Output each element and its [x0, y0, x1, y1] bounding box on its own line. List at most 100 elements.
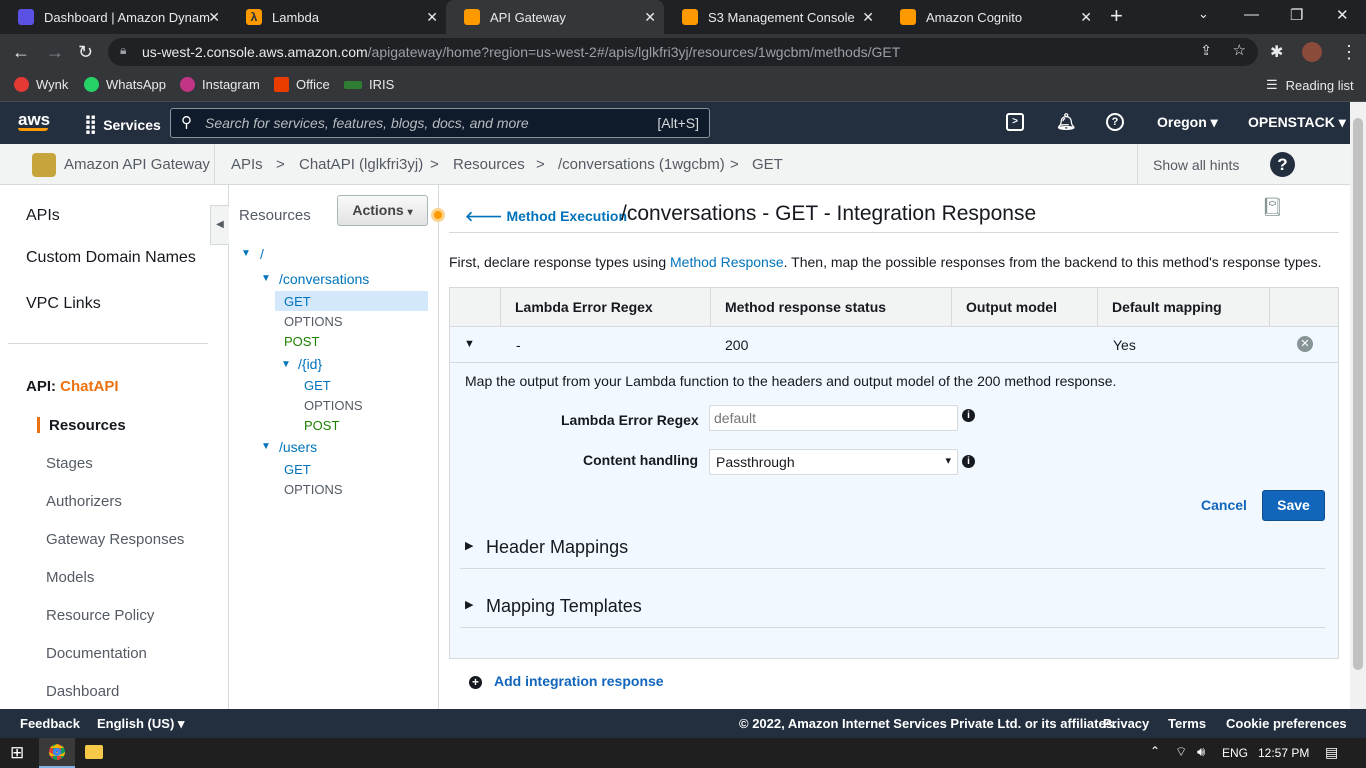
- content-handling-select[interactable]: Passthrough ▾: [709, 449, 958, 475]
- header-mappings-section[interactable]: ▶ Header Mappings: [460, 529, 1325, 569]
- collapse-row-icon[interactable]: ▼: [464, 338, 475, 350]
- help-icon[interactable]: ?: [1106, 113, 1124, 131]
- profile-avatar[interactable]: [1302, 42, 1322, 62]
- volume-icon[interactable]: 🔊︎: [1197, 744, 1205, 760]
- browser-tab-lambda[interactable]: λ Lambda ✕: [228, 0, 446, 34]
- cancel-button[interactable]: Cancel: [1201, 497, 1247, 513]
- scrollbar-thumb[interactable]: [1353, 118, 1363, 670]
- nav-stages[interactable]: Stages: [46, 455, 93, 472]
- nav-custom-domain-names[interactable]: Custom Domain Names: [26, 249, 196, 267]
- tree-method-options[interactable]: OPTIONS: [284, 482, 343, 497]
- tree-users[interactable]: /users: [279, 439, 317, 455]
- lambda-error-regex-input[interactable]: [709, 405, 958, 431]
- info-icon[interactable]: i: [962, 409, 975, 422]
- close-tab-icon[interactable]: ✕: [426, 9, 438, 26]
- save-button[interactable]: Save: [1262, 490, 1325, 521]
- delete-response-icon[interactable]: ✕: [1297, 336, 1313, 352]
- close-window-icon[interactable]: ✕: [1336, 6, 1349, 24]
- forward-icon[interactable]: →: [46, 42, 64, 63]
- tree-method-options[interactable]: OPTIONS: [284, 314, 343, 329]
- expand-caret-icon[interactable]: ▼: [261, 441, 271, 452]
- clock[interactable]: 12:57 PM: [1258, 746, 1309, 760]
- browser-tab-api-gateway[interactable]: API Gateway ✕: [446, 0, 664, 34]
- bookmark-instagram[interactable]: Instagram: [180, 77, 260, 92]
- nav-gateway-responses[interactable]: Gateway Responses: [46, 531, 184, 548]
- minimize-icon[interactable]: —: [1244, 6, 1259, 23]
- browser-tab-cognito[interactable]: Amazon Cognito ✕: [882, 0, 1100, 34]
- nav-vpc-links[interactable]: VPC Links: [26, 295, 101, 313]
- tree-method-post[interactable]: POST: [284, 334, 319, 349]
- method-response-link[interactable]: Method Response: [670, 254, 784, 270]
- nav-models[interactable]: Models: [46, 569, 94, 586]
- back-icon[interactable]: ←: [12, 42, 30, 63]
- chevron-up-icon[interactable]: ⌃: [1150, 744, 1160, 758]
- collapse-nav-icon[interactable]: ◀: [210, 205, 229, 245]
- actions-button[interactable]: Actions ▾: [337, 195, 428, 226]
- expand-caret-icon[interactable]: ▼: [281, 359, 291, 370]
- services-menu[interactable]: ⣿ Services: [84, 114, 161, 135]
- account-menu[interactable]: OPENSTACK ▾: [1248, 114, 1346, 131]
- info-icon[interactable]: i: [962, 455, 975, 468]
- notifications-bell-icon[interactable]: 🔔︎: [1056, 112, 1076, 132]
- tree-method-options[interactable]: OPTIONS: [304, 398, 363, 413]
- tree-conversations[interactable]: /conversations: [279, 271, 369, 287]
- nav-dashboard[interactable]: Dashboard: [46, 683, 119, 700]
- bookmark-office[interactable]: Office: [274, 77, 330, 92]
- show-all-hints-button[interactable]: Show all hints: [1153, 157, 1239, 173]
- extensions-icon[interactable]: ✱: [1270, 42, 1283, 62]
- bookmark-wynk[interactable]: Wynk: [14, 77, 68, 92]
- maximize-icon[interactable]: ❐: [1290, 6, 1303, 24]
- close-tab-icon[interactable]: ✕: [862, 9, 874, 26]
- breadcrumb-resources[interactable]: Resources: [453, 156, 525, 173]
- breadcrumb-apis[interactable]: APIs: [231, 156, 263, 173]
- close-tab-icon[interactable]: ✕: [644, 9, 656, 26]
- table-row[interactable]: ▼ - 200 Yes ✕: [450, 327, 1338, 363]
- chrome-taskbar-button[interactable]: [39, 738, 75, 768]
- url-field[interactable]: 🔒︎ us-west-2.console.aws.amazon.com/apig…: [108, 38, 1258, 66]
- notifications-icon[interactable]: ▤: [1325, 744, 1338, 761]
- mapping-templates-section[interactable]: ▶ Mapping Templates: [460, 588, 1325, 628]
- chrome-menu-icon[interactable]: ⋮: [1340, 42, 1358, 63]
- tree-id[interactable]: /{id}: [298, 356, 322, 372]
- tree-method-get[interactable]: GET: [304, 378, 331, 393]
- expand-caret-icon[interactable]: ▼: [261, 273, 271, 284]
- bookmark-star-icon[interactable]: ☆: [1233, 41, 1246, 59]
- privacy-link[interactable]: Privacy: [1103, 716, 1149, 731]
- tree-method-get[interactable]: GET: [284, 294, 311, 309]
- bookmark-iris[interactable]: IRIS: [344, 77, 394, 92]
- language-selector[interactable]: English (US) ▾: [97, 716, 184, 732]
- aws-search-input[interactable]: ⚲ Search for services, features, blogs, …: [170, 108, 710, 138]
- breadcrumb-api[interactable]: ChatAPI (lglkfri3yj): [299, 156, 423, 173]
- nav-authorizers[interactable]: Authorizers: [46, 493, 122, 510]
- help-circle-icon[interactable]: ?: [1270, 152, 1295, 177]
- windows-start-icon[interactable]: ⊞: [10, 743, 24, 763]
- close-tab-icon[interactable]: ✕: [208, 9, 220, 26]
- region-selector[interactable]: Oregon ▾: [1157, 114, 1218, 131]
- expand-caret-icon[interactable]: ▼: [241, 248, 251, 259]
- file-explorer-icon[interactable]: [85, 745, 103, 759]
- notebook-icon[interactable]: 📔︎: [1261, 197, 1284, 218]
- share-icon[interactable]: ⇪: [1200, 42, 1212, 59]
- tab-search-icon[interactable]: ⌄: [1198, 6, 1209, 22]
- browser-tab-dynamodb[interactable]: Dashboard | Amazon Dynam ✕: [0, 0, 228, 34]
- nav-documentation[interactable]: Documentation: [46, 645, 147, 662]
- nav-resource-policy[interactable]: Resource Policy: [46, 607, 154, 624]
- tree-root[interactable]: /: [260, 246, 264, 262]
- add-integration-response-button[interactable]: + Add integration response: [469, 673, 664, 689]
- browser-tab-s3[interactable]: S3 Management Console ✕: [664, 0, 882, 34]
- aws-logo[interactable]: aws: [18, 110, 50, 131]
- new-tab-icon[interactable]: +: [1110, 3, 1123, 29]
- service-home-link[interactable]: Amazon API Gateway: [64, 156, 210, 173]
- wifi-icon[interactable]: ⌔: [1175, 744, 1187, 760]
- method-execution-link[interactable]: 🡐 Method Execution: [465, 208, 627, 225]
- terms-link[interactable]: Terms: [1168, 716, 1206, 731]
- feedback-link[interactable]: Feedback: [20, 716, 80, 731]
- bookmark-whatsapp[interactable]: WhatsApp: [84, 77, 166, 92]
- tree-method-get[interactable]: GET: [284, 462, 311, 477]
- page-scrollbar[interactable]: [1350, 102, 1366, 709]
- close-tab-icon[interactable]: ✕: [1080, 9, 1092, 26]
- nav-resources[interactable]: Resources: [49, 417, 126, 434]
- reading-list[interactable]: ☰ Reading list: [1266, 77, 1354, 93]
- input-language[interactable]: ENG: [1222, 746, 1248, 760]
- cloudshell-icon[interactable]: >: [1006, 113, 1024, 131]
